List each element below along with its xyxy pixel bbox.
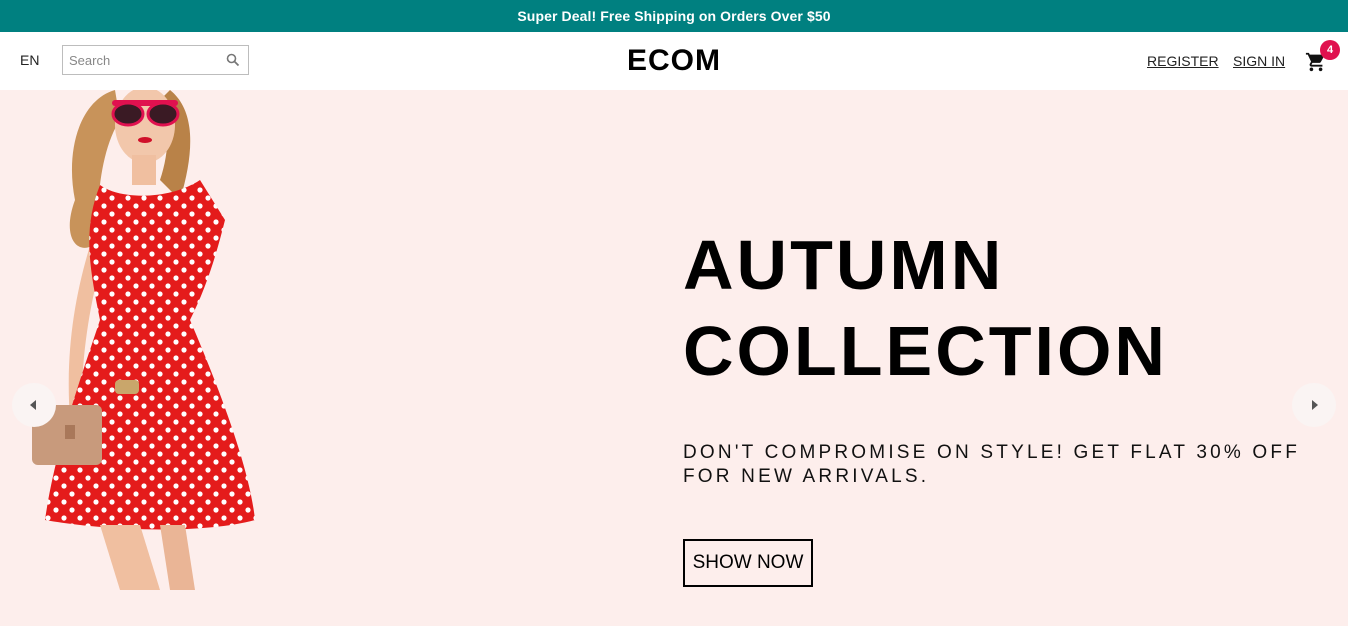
- cart-count-badge: 4: [1320, 40, 1340, 60]
- announcement-bar: Super Deal! Free Shipping on Orders Over…: [0, 0, 1348, 32]
- hero-title: AUTUMN COLLECTION: [683, 226, 1168, 390]
- logo[interactable]: ECOM: [627, 44, 721, 77]
- slider-next-button[interactable]: [1292, 383, 1336, 427]
- search-box: [62, 45, 249, 75]
- chevron-right-icon: [1312, 400, 1318, 410]
- register-link[interactable]: REGISTER: [1147, 53, 1219, 69]
- cart-button[interactable]: 4: [1303, 40, 1340, 75]
- language-selector[interactable]: EN: [20, 52, 39, 68]
- chevron-left-icon: [30, 400, 36, 410]
- search-icon[interactable]: [226, 53, 240, 67]
- navbar: EN ECOM REGISTER SIGN IN 4: [0, 32, 1348, 90]
- hero-model-image: [32, 90, 255, 590]
- hero-slider: AUTUMN COLLECTION DON'T COMPROMISE ON ST…: [0, 90, 1348, 626]
- show-now-button[interactable]: SHOW NOW: [683, 539, 813, 587]
- slider-prev-button[interactable]: [12, 383, 56, 427]
- announcement-text: Super Deal! Free Shipping on Orders Over…: [517, 8, 831, 24]
- sign-in-link[interactable]: SIGN IN: [1233, 53, 1285, 69]
- search-input[interactable]: [69, 47, 224, 73]
- hero-description: DON'T COMPROMISE ON STYLE! GET FLAT 30% …: [683, 442, 1301, 487]
